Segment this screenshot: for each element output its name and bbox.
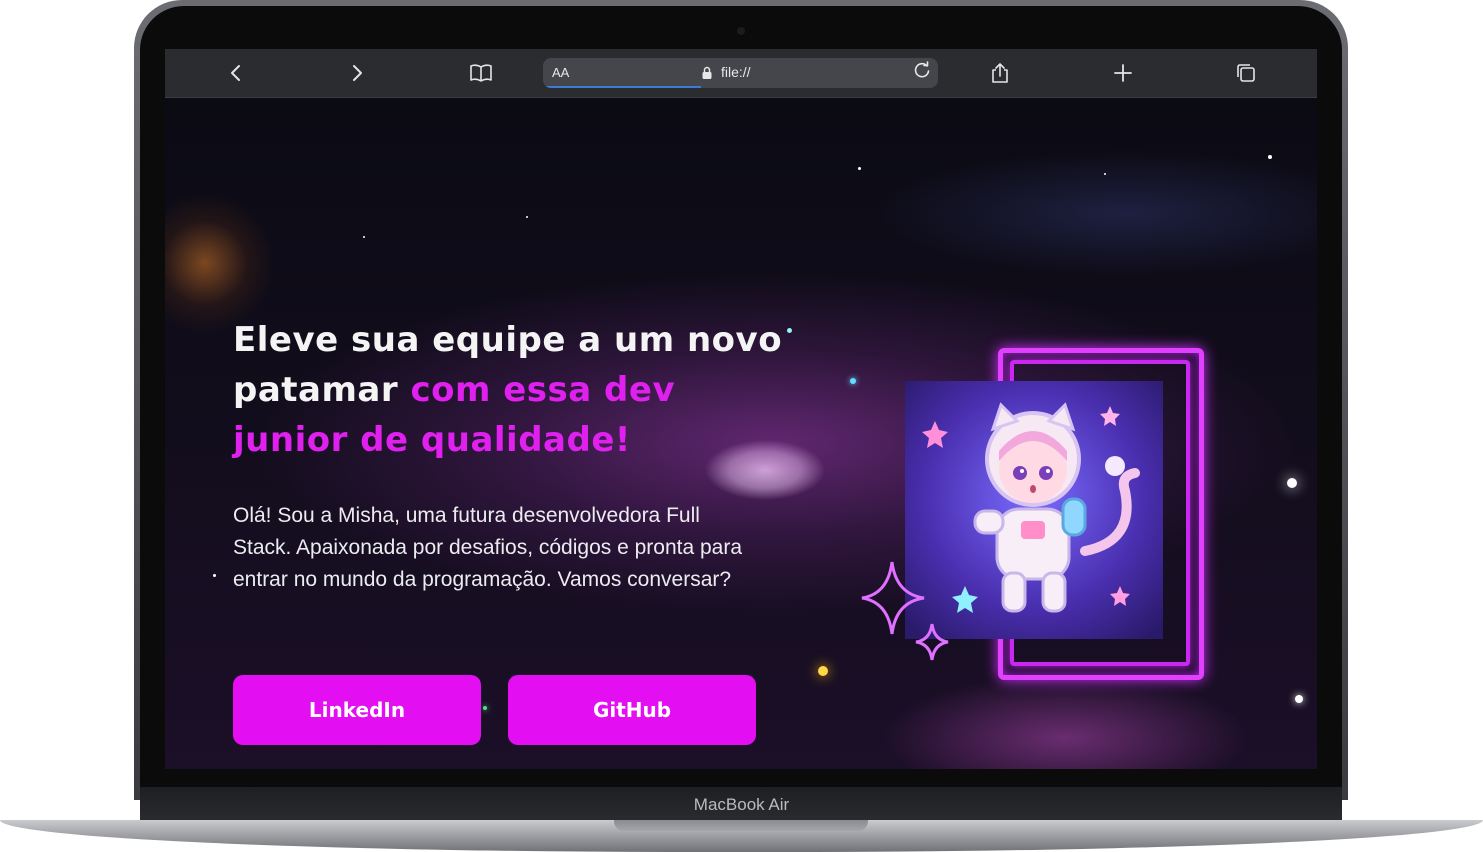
portfolio-hero-page: Eleve sua equipe a um novo patamar com e… xyxy=(165,98,1317,769)
device-model-label: MacBook Air xyxy=(693,795,790,814)
share-icon[interactable] xyxy=(988,61,1012,85)
url-text: file:// xyxy=(721,64,751,80)
page-load-progress xyxy=(543,86,701,88)
camera-icon xyxy=(737,27,745,35)
laptop-hinge-notch xyxy=(614,820,868,831)
lock-icon xyxy=(701,66,713,85)
book-icon[interactable] xyxy=(469,61,493,85)
star xyxy=(483,706,487,710)
chevron-left-icon[interactable] xyxy=(224,61,248,85)
star xyxy=(526,216,528,218)
reload-icon[interactable] xyxy=(912,61,932,86)
star xyxy=(1268,155,1272,159)
github-button[interactable]: GitHub xyxy=(508,675,756,745)
sparkle-outline-icon xyxy=(861,561,949,661)
star xyxy=(1104,173,1106,175)
chevron-right-icon[interactable] xyxy=(345,61,369,85)
star xyxy=(850,378,856,384)
reader-mode-button[interactable]: AA xyxy=(552,65,569,80)
plus-icon[interactable] xyxy=(1111,61,1135,85)
browser-toolbar: AA file:// xyxy=(165,49,1317,98)
hero-intro: Olá! Sou a Misha, uma futura desenvolved… xyxy=(233,504,743,591)
sparkle-icon xyxy=(1287,478,1297,488)
laptop-screen: AA file:// Eleve sua equipe a um novo pa… xyxy=(165,49,1317,769)
comet-icon xyxy=(1295,695,1303,703)
star xyxy=(363,236,365,238)
hero-headline: Eleve sua equipe a um novo patamar com e… xyxy=(233,315,793,465)
sparkle-icon xyxy=(818,666,828,676)
linkedin-button[interactable]: LinkedIn xyxy=(233,675,481,745)
tabs-icon[interactable] xyxy=(1234,61,1258,85)
address-bar[interactable]: AA file:// xyxy=(543,58,938,88)
star xyxy=(213,574,216,577)
star xyxy=(858,167,861,170)
